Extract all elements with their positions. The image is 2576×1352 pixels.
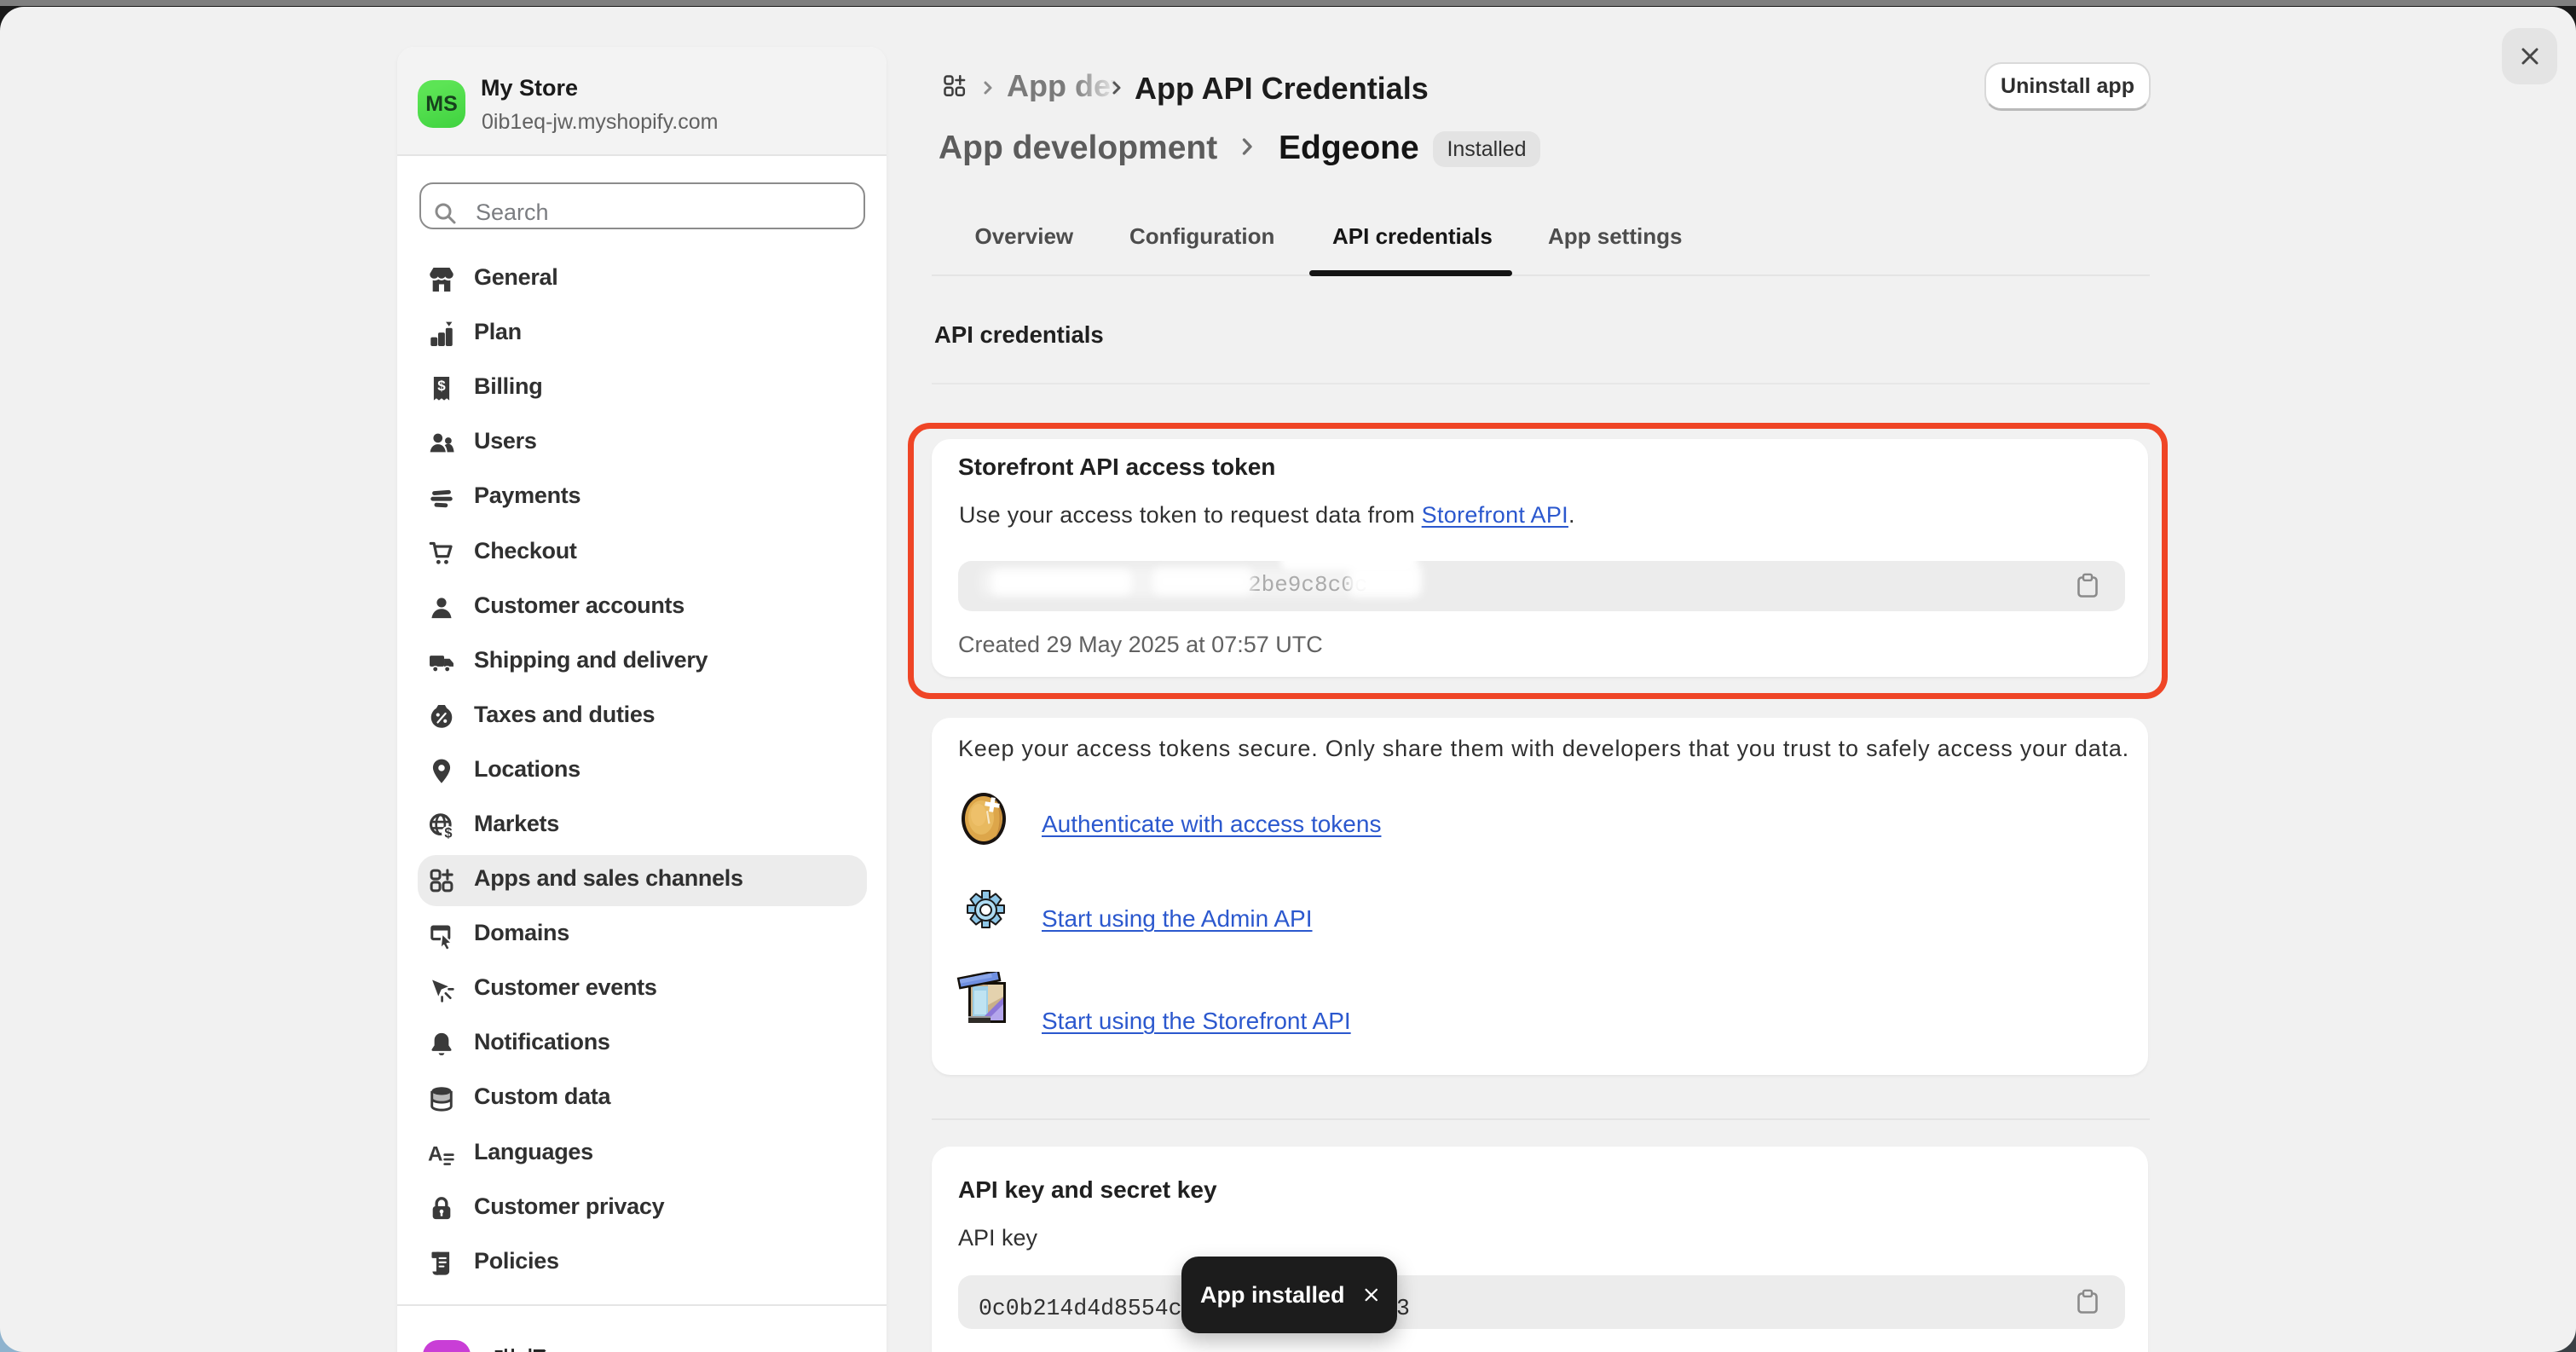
- svg-text:$: $: [437, 378, 446, 394]
- svg-text:A: A: [428, 1142, 443, 1165]
- svg-text:$: $: [444, 825, 452, 841]
